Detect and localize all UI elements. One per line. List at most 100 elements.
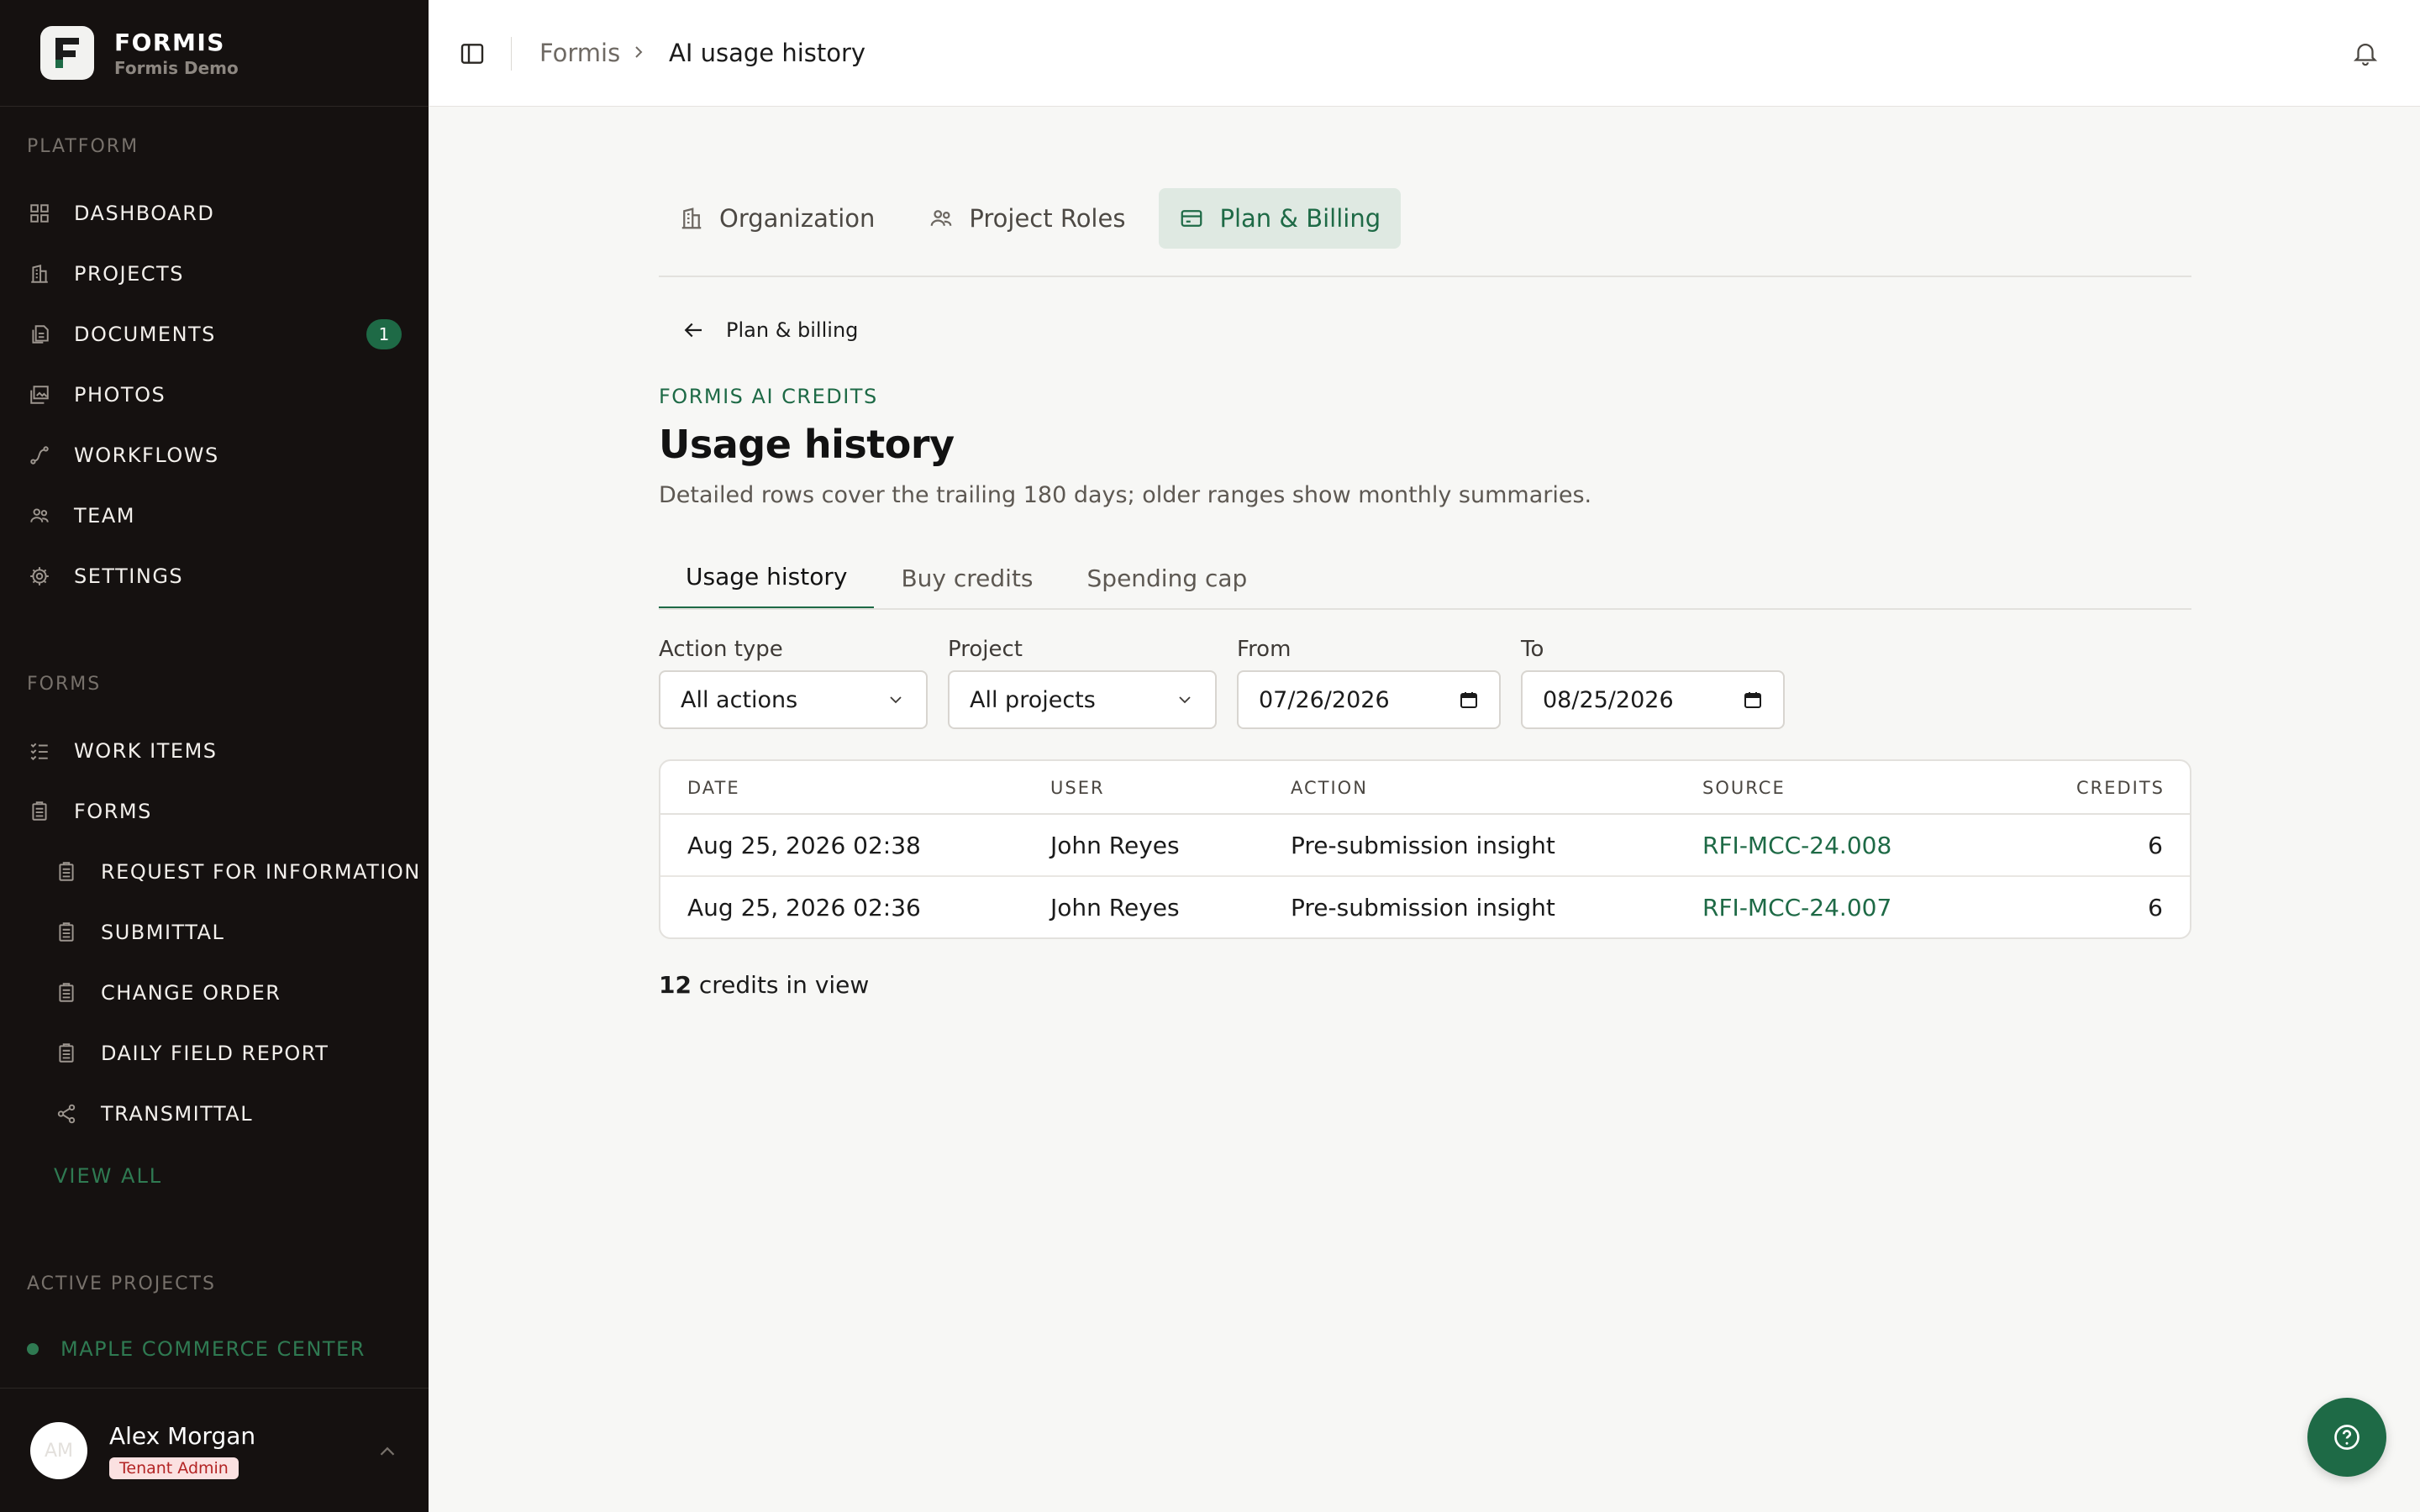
section-label-platform: PLATFORM (27, 136, 139, 157)
cell-source-link[interactable]: RFI-MCC-24.008 (1702, 832, 1891, 859)
credits-tabs: Usage history Buy credits Spending cap (659, 546, 1274, 610)
cell-date: Aug 25, 2026 02:38 (687, 832, 921, 859)
page-description: Detailed rows cover the trailing 180 day… (659, 482, 1592, 508)
role-badge: Tenant Admin (109, 1457, 239, 1479)
usage-table: DATE USER ACTION SOURCE CREDITS Aug 25, … (659, 759, 2191, 939)
sidebar-item-label: SUBMITTAL (101, 921, 225, 944)
cell-user: John Reyes (1050, 894, 1180, 921)
tab-buy-credits[interactable]: Buy credits (874, 546, 1060, 610)
building-icon (27, 261, 52, 286)
sidebar-item-label: WORKFLOWS (74, 444, 219, 467)
formis-logo-icon (40, 26, 94, 80)
chevron-up-icon[interactable] (375, 1439, 400, 1464)
checklist-icon (27, 738, 52, 764)
calendar-icon[interactable] (1743, 690, 1763, 710)
grid-icon (27, 201, 52, 226)
cell-source-link[interactable]: RFI-MCC-24.007 (1702, 894, 1891, 921)
from-date-input[interactable]: 07/26/2026 (1237, 670, 1501, 729)
sidebar-item-settings[interactable]: SETTINGS (27, 559, 183, 593)
column-header-date: DATE (687, 778, 740, 798)
credit-card-icon (1181, 210, 1202, 227)
tab-plan-billing[interactable]: Plan & Billing (1159, 188, 1402, 249)
sidebar-item-submittal[interactable]: SUBMITTAL (54, 916, 224, 949)
sidebar: FORMIS Formis Demo PLATFORM DASHBOARD PR… (0, 0, 429, 1512)
column-header-user: USER (1050, 778, 1105, 798)
user-menu[interactable]: AM Alex Morgan Tenant Admin (0, 1388, 429, 1512)
table-row: Aug 25, 2026 02:38 John Reyes Pre-submis… (660, 815, 2190, 877)
chevron-right-icon (635, 46, 643, 58)
sidebar-item-request-for-information[interactable]: REQUEST FOR INFORMATION (54, 855, 421, 889)
sidebar-item-daily-field-report[interactable]: DAILY FIELD REPORT (54, 1037, 329, 1070)
to-date-input[interactable]: 08/25/2026 (1521, 670, 1785, 729)
calendar-icon[interactable] (1459, 690, 1479, 710)
brand-header[interactable]: FORMIS Formis Demo (0, 0, 429, 107)
sidebar-item-label: DASHBOARD (74, 202, 215, 225)
documents-icon (27, 322, 52, 347)
page-title: Usage history (659, 422, 955, 467)
select-value: All projects (970, 686, 1096, 713)
action-type-select[interactable]: All actions (659, 670, 928, 729)
back-link-label: Plan & billing (726, 318, 859, 342)
divider (659, 276, 2191, 277)
tab-spending-cap[interactable]: Spending cap (1060, 546, 1275, 610)
sidebar-item-transmittal[interactable]: TRANSMITTAL (54, 1097, 253, 1131)
filter-project: Project All projects (948, 637, 1217, 729)
clipboard-icon (54, 980, 79, 1005)
gear-icon (27, 564, 52, 589)
tab-label: Plan & Billing (1219, 204, 1381, 233)
photos-icon (27, 382, 52, 407)
filter-to-date: To 08/25/2026 (1521, 637, 1785, 729)
filter-label: From (1237, 637, 1292, 662)
active-project-label: MAPLE COMMERCE CENTER (60, 1337, 366, 1361)
sidebar-item-work-items[interactable]: WORK ITEMS (27, 734, 218, 768)
sidebar-item-change-order[interactable]: CHANGE ORDER (54, 976, 281, 1010)
sidebar-item-workflows[interactable]: WORKFLOWS (27, 438, 219, 472)
sidebar-item-label: SETTINGS (74, 564, 184, 588)
tab-usage-history[interactable]: Usage history (659, 546, 875, 610)
breadcrumb-root[interactable]: Formis (539, 39, 620, 67)
filter-label: To (1521, 637, 1544, 662)
sidebar-item-forms[interactable]: FORMS (27, 795, 152, 828)
brand-name: FORMIS (114, 28, 225, 56)
sidebar-item-photos[interactable]: PHOTOS (27, 378, 166, 412)
clipboard-icon (27, 799, 52, 824)
help-button[interactable] (2307, 1398, 2386, 1477)
credits-summary: 12 credits in view (659, 971, 869, 999)
settings-tabs: Organization Project Roles Plan & Billin… (659, 188, 1414, 249)
view-all-link[interactable]: VIEW ALL (54, 1164, 162, 1188)
back-to-plan-billing-link[interactable]: Plan & billing (681, 318, 858, 343)
top-bar: Formis AI usage history (429, 0, 2420, 107)
tab-organization[interactable]: Organization (659, 188, 895, 249)
user-name: Alex Morgan (109, 1422, 256, 1450)
sidebar-item-dashboard[interactable]: DASHBOARD (27, 197, 214, 230)
chevron-down-icon (1179, 696, 1191, 704)
project-select[interactable]: All projects (948, 670, 1217, 729)
filter-action-type: Action type All actions (659, 637, 928, 729)
tab-project-roles[interactable]: Project Roles (908, 188, 1145, 249)
filter-label: Project (948, 637, 1023, 662)
section-label-active-projects: ACTIVE PROJECTS (27, 1273, 216, 1294)
help-icon (2334, 1425, 2360, 1450)
filter-from-date: From 07/26/2026 (1237, 637, 1501, 729)
sidebar-item-label: CHANGE ORDER (101, 981, 281, 1005)
sidebar-item-team[interactable]: TEAM (27, 499, 135, 533)
tab-label: Project Roles (969, 204, 1126, 233)
tab-label: Organization (719, 204, 876, 233)
active-project-maple-commerce-center[interactable]: MAPLE COMMERCE CENTER (27, 1337, 366, 1361)
sidebar-item-documents[interactable]: DOCUMENTS (27, 318, 216, 351)
breadcrumb-current: AI usage history (669, 39, 866, 67)
share-icon (54, 1101, 79, 1126)
team-icon (931, 210, 952, 226)
credits-count: 12 (659, 971, 692, 999)
divider (511, 37, 512, 71)
sidebar-item-label: DOCUMENTS (74, 323, 216, 346)
table-row: Aug 25, 2026 02:36 John Reyes Pre-submis… (660, 877, 2190, 937)
sidebar-item-label: WORK ITEMS (74, 739, 218, 763)
bell-icon[interactable] (2351, 39, 2380, 67)
clipboard-icon (54, 859, 79, 885)
divider (659, 608, 2191, 610)
sidebar-toggle-icon[interactable] (459, 40, 486, 67)
section-label-forms: FORMS (27, 674, 102, 695)
sidebar-item-projects[interactable]: PROJECTS (27, 257, 184, 291)
chevron-down-icon (890, 696, 902, 704)
